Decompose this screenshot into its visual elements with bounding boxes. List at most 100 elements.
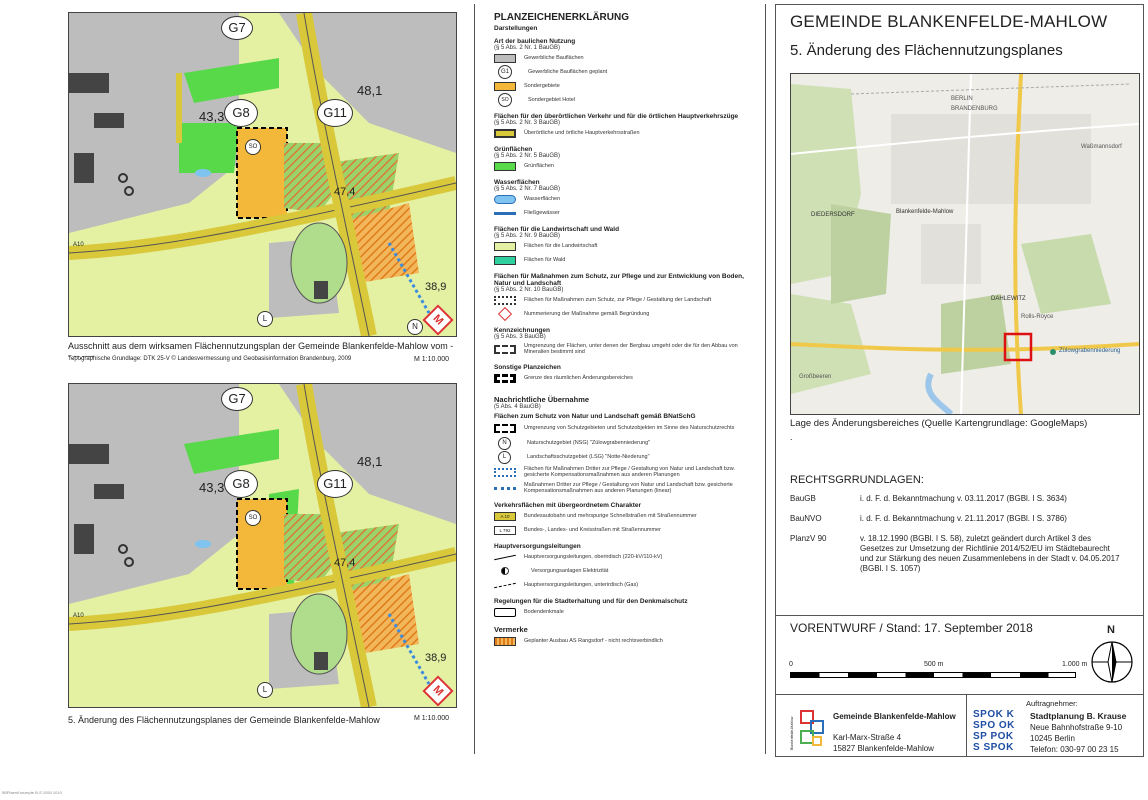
so-symbol-icon: SO xyxy=(498,93,512,107)
plan-subject: 5. Änderung des Flächennutzungsplanes xyxy=(790,42,1063,59)
map-top-source: Topographische Grundlage: DTK 25-V © Lan… xyxy=(68,356,352,362)
status-row xyxy=(776,615,1143,616)
federal-road-icon: L 792 xyxy=(494,525,516,535)
legal-row: BauNVO i. d. F. d. Bekanntmachung v. 21.1… xyxy=(790,514,1125,524)
legend-item-label: Gewerbliche Bauflächen geplant xyxy=(528,68,608,75)
underground-line-icon xyxy=(494,582,516,588)
municipality-logo-icon: Blankenfelde-Mahlow xyxy=(790,708,832,752)
legend-item-label: Geplanter Ausbau AS Rangsdorf - nicht re… xyxy=(524,637,663,644)
legend-item-label: Überörtliche und örtliche Hauptverkehrss… xyxy=(524,129,640,136)
legend-item: Hauptversorgungsleitungen, unterirdisch … xyxy=(494,578,756,592)
map-lsg-symbol: L xyxy=(257,311,273,327)
map-bottom[interactable]: G7 G8 G11 SO 48,1 43,3 47,4 38,9 A10 L M xyxy=(68,383,457,708)
legend-item: Wasserflächen xyxy=(494,192,756,206)
spok-line: SPO OK xyxy=(973,720,1015,731)
spok-line: SP POK xyxy=(973,731,1014,742)
map-top[interactable]: G7 G8 G11 SO 48,1 43,3 47,4 38,9 A10 L N… xyxy=(68,12,457,337)
footer-path: 5BPlaenKonzepte B-S 1050 1010 xyxy=(2,790,62,795)
legend-sec1-heading: Art der baulichen Nutzung xyxy=(494,38,576,45)
map-label-g8: G8 xyxy=(224,470,258,498)
forest-swatch-icon xyxy=(494,255,516,265)
measure-number-icon xyxy=(497,306,513,322)
legend-sec8-heading: Sonstige Planzeichen xyxy=(494,364,561,371)
map-elev-389: 38,9 xyxy=(425,652,447,664)
legend-item-label: Bundes-, Landes- und Kreisstraßen mit St… xyxy=(524,526,661,533)
client-name: Gemeinde Blankenfelde-Mahlow xyxy=(833,712,956,721)
legal-heading: RECHTSGRRUNDLAGEN: xyxy=(790,474,924,486)
map-elev-389: 38,9 xyxy=(425,281,447,293)
legal-key: PlanzV 90 xyxy=(790,534,827,543)
legend-sec12-heading: Regelungen für die Stadterhaltung und fü… xyxy=(494,598,688,605)
legend-item-label: Gewerbliche Bauflächen xyxy=(524,54,584,61)
north-label: N xyxy=(1107,624,1115,636)
legend-subtitle: Darstellungen xyxy=(494,25,538,32)
legend-item: N Naturschutzgebiet (NSG) "Zülowgrabennie… xyxy=(494,436,756,450)
legend-sec11-heading: Hauptversorgungsleitungen xyxy=(494,543,581,550)
legal-key: BauNVO xyxy=(790,514,822,523)
green-swatch-icon xyxy=(494,161,516,171)
credits-divider xyxy=(966,694,967,756)
contractor-label: Auftragnehmer: xyxy=(1026,699,1078,708)
contractor-name: Stadtplanung B. Krause xyxy=(1030,711,1127,721)
legend-item-label: Landschaftsschutzgebiet (LSG) "Notte-Nie… xyxy=(527,453,650,460)
legend-item: A 10 Bundesautobahn und mehrspurige Schne… xyxy=(494,509,756,523)
legend-item-label: Grünflächen xyxy=(524,162,554,169)
change-boundary-icon xyxy=(494,373,516,383)
map-bottom-scale: M 1:10.000 xyxy=(414,715,450,722)
legal-row: PlanzV 90 v. 18.12.1990 (BGBl. I S. 58), … xyxy=(790,534,1125,574)
legend-title: PLANZEICHENERKLÄRUNG xyxy=(494,12,629,23)
legend-sec9-heading: Nachrichtliche Übernahme xyxy=(494,395,590,404)
legend-sec4-heading: Wasserflächen xyxy=(494,179,540,186)
legend-item-label: Sondergebiet Hotel xyxy=(528,96,576,103)
map-top-scale: M 1:10.000 xyxy=(414,356,450,363)
legend-sec3-heading: Grünflächen xyxy=(494,146,533,153)
map-road-a10: A10 xyxy=(73,613,84,619)
legend-item-label: Grenze des räumlichen Änderungsbereiches xyxy=(524,374,633,381)
electricity-facility-icon xyxy=(501,567,509,575)
scale-end: 1.000 m xyxy=(1062,661,1088,668)
map-elev-474: 47,4 xyxy=(334,186,356,198)
legend-item-label: Umgrenzung von Schutzgebieten und Schutz… xyxy=(524,424,735,431)
overview-label-wassmannsdorf: Waßmannsdorf xyxy=(1081,144,1122,150)
contractor-city: 10245 Berlin xyxy=(1030,734,1075,743)
legend-item-label: Maßnahmen Dritter zur Pflege / Gestaltun… xyxy=(524,481,733,495)
scale-mid: 500 m xyxy=(924,661,944,668)
overview-label-blankenfelde: Blankenfelde-Mahlow xyxy=(896,209,954,215)
map-elev-481: 48,1 xyxy=(357,83,383,98)
legend-item: Bodendenkmale xyxy=(494,605,756,619)
legend-item-label: Bodendenkmale xyxy=(524,608,564,615)
municipality-title: GEMEINDE BLANKENFELDE-MAHLOW xyxy=(790,12,1108,31)
client-street: Karl-Marx-Straße 4 xyxy=(833,733,902,742)
legend-item: Flächen für Maßnahmen Dritter zur Pflege… xyxy=(494,464,756,480)
legend-sec6-heading: Flächen für Maßnahmen zum Schutz, zur Pf… xyxy=(494,273,744,287)
legend-item: SO Sondergebiet Hotel xyxy=(494,93,756,107)
legend-sec2-heading: Flächen für den überörtlichen Verkehr un… xyxy=(494,113,739,120)
map-label-g11: G11 xyxy=(317,99,353,127)
legend-item-label: Wasserflächen xyxy=(524,195,561,202)
legend-sec9-sub: (5 Abs. 4 BauGB) xyxy=(494,404,541,410)
legend-sec13-heading: Vermerke xyxy=(494,625,528,634)
third-party-linear-icon xyxy=(494,486,516,490)
map-elev-474: 47,4 xyxy=(334,557,356,569)
legend-item-label: Naturschutzgebiet (NSG) "Zülowgrabennied… xyxy=(527,439,651,446)
grey-swatch-icon xyxy=(494,53,516,63)
map-label-so: SO xyxy=(245,510,261,526)
legend-item-label: Sondergebiete xyxy=(524,82,560,89)
caption-dot: . xyxy=(790,432,793,442)
client-city: 15827 Blankenfelde-Mahlow xyxy=(833,744,934,753)
g1-symbol-icon: G1 xyxy=(498,65,512,79)
legend-sec9b-heading: Flächen zum Schutz von Natur und Landsch… xyxy=(494,413,696,420)
map-elev-481: 48,1 xyxy=(357,454,383,469)
map-label-so: SO xyxy=(245,139,261,155)
legend-item: L 792 Bundes-, Landes- und Kreisstraßen m… xyxy=(494,523,756,537)
legend-item: Flächen für die Landwirtschaft xyxy=(494,239,756,253)
protected-area-icon xyxy=(494,423,516,433)
legend-sec5-heading: Flächen für die Landwirtschaft und Wald xyxy=(494,226,620,233)
legal-list: BauGB i. d. F. d. Bekanntmachung v. 03.11… xyxy=(790,494,1125,580)
legal-value: v. 18.12.1990 (BGBl. I S. 58), zuletzt g… xyxy=(860,534,1120,573)
credits-row xyxy=(776,694,1143,695)
overview-map[interactable]: BERLIN BRANDENBURG Blankenfelde-Mahlow D… xyxy=(790,73,1140,415)
legend-item: Überörtliche und örtliche Hauptverkehrss… xyxy=(494,126,756,140)
location-caption: Lage des Änderungsbereiches (Quelle Kart… xyxy=(790,418,1088,429)
monument-icon xyxy=(494,607,516,617)
